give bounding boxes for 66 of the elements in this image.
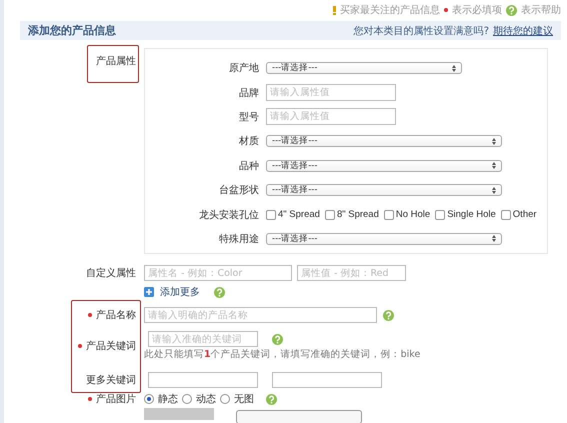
field-label: 产品关键词 bbox=[86, 340, 136, 353]
checkbox[interactable] bbox=[324, 210, 335, 220]
upload-button[interactable] bbox=[236, 410, 362, 423]
field-label: 产品图片 bbox=[96, 392, 136, 406]
text-field[interactable]: 请输入明确的产品名称 bbox=[144, 307, 377, 323]
field-label: 自定义属性 bbox=[86, 266, 136, 280]
feedback-question: 您对本类目的属性设置满意吗? bbox=[354, 24, 489, 38]
legend-text: 表示帮助 bbox=[521, 4, 561, 17]
help-icon[interactable] bbox=[506, 4, 517, 16]
dropdown[interactable]: ---请选择--- bbox=[266, 160, 502, 172]
plus-icon[interactable] bbox=[144, 287, 154, 297]
checkbox-label: Single Hole bbox=[447, 209, 496, 220]
help-icon[interactable] bbox=[266, 394, 277, 404]
stepper-arrows-icon bbox=[452, 64, 456, 72]
checkbox[interactable] bbox=[266, 210, 276, 220]
text-field[interactable]: 属性名 - 例如：Color bbox=[144, 265, 292, 281]
stepper-arrows-icon bbox=[492, 138, 496, 145]
feedback-link[interactable]: 期待您的建议 bbox=[493, 24, 553, 38]
text-field[interactable] bbox=[148, 372, 258, 388]
checkbox[interactable] bbox=[500, 210, 511, 220]
attribute-label: 品牌 bbox=[238, 86, 259, 100]
radio-label: 无图 bbox=[234, 393, 254, 406]
attribute-label: 材质 bbox=[238, 134, 259, 148]
field-label: 更多关键词 bbox=[86, 374, 136, 387]
checkbox[interactable] bbox=[384, 210, 394, 220]
add-more-link[interactable]: 添加更多 bbox=[160, 285, 200, 299]
radio-button[interactable] bbox=[220, 394, 230, 404]
radio-label: 静态 bbox=[158, 392, 178, 406]
stepper-arrows-icon bbox=[492, 162, 496, 170]
text-field[interactable] bbox=[272, 372, 382, 388]
text-field[interactable]: 请输入准确的关键词 bbox=[148, 331, 258, 347]
checkbox-label: 8" Spread bbox=[336, 209, 379, 220]
legend-text: 表示必填项 bbox=[452, 4, 502, 17]
field-label: 产品属性 bbox=[96, 54, 136, 68]
checkbox-label: No Hole bbox=[396, 209, 430, 220]
text-field[interactable]: 请输入属性值 bbox=[266, 108, 396, 126]
dropdown[interactable]: ---请选择--- bbox=[266, 232, 502, 245]
attribute-label: 特殊用途 bbox=[218, 232, 259, 246]
help-icon[interactable] bbox=[383, 310, 394, 320]
text-field[interactable]: 请输入属性值 bbox=[266, 84, 396, 102]
help-icon[interactable] bbox=[214, 286, 225, 298]
dropdown[interactable]: ---请选择--- bbox=[266, 135, 502, 148]
attribute-label: 龙头安装孔位 bbox=[198, 208, 259, 222]
dropdown[interactable]: ---请选择--- bbox=[266, 184, 502, 196]
attribute-label: 品种 bbox=[238, 160, 259, 173]
required-dot-icon bbox=[444, 8, 448, 12]
radio-label: 动态 bbox=[196, 392, 216, 406]
checkbox-label: Other bbox=[512, 209, 537, 220]
legend-text: 买家最关注的产品信息 bbox=[340, 4, 440, 17]
keyword-hint: 此处只能填写1个产品关键词，请填写准确的关键词，例：bike bbox=[144, 348, 420, 361]
dropdown[interactable]: ---请选择--- bbox=[266, 62, 462, 74]
field-label: 产品名称 bbox=[96, 308, 136, 322]
checkbox[interactable] bbox=[435, 210, 446, 220]
image-placeholder bbox=[144, 408, 214, 420]
text-field[interactable]: 属性值 - 例如：Red bbox=[297, 265, 406, 281]
attribute-label: 原产地 bbox=[228, 62, 259, 76]
radio-button[interactable] bbox=[144, 394, 154, 404]
attribute-label: 台盆形状 bbox=[218, 184, 259, 198]
exclamation-icon bbox=[333, 6, 336, 14]
stepper-arrows-icon bbox=[492, 235, 496, 242]
help-icon[interactable] bbox=[272, 334, 283, 344]
radio-button[interactable] bbox=[182, 394, 192, 404]
section-title: 添加您的产品信息 bbox=[28, 23, 116, 38]
checkbox-label: 4" Spread bbox=[278, 209, 320, 220]
attribute-label: 型号 bbox=[238, 110, 259, 124]
stepper-arrows-icon bbox=[492, 186, 496, 194]
